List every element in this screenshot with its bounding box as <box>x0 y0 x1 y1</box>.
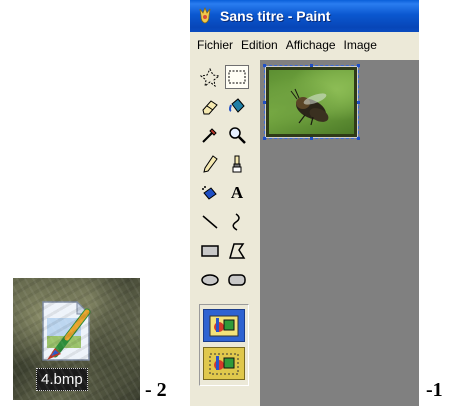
selection-handle[interactable] <box>263 64 266 67</box>
text-tool-label: A <box>230 183 244 202</box>
ellipse-icon[interactable] <box>198 268 222 292</box>
image-content <box>269 70 354 134</box>
menu-image[interactable]: Image <box>340 35 381 55</box>
selection-handle[interactable] <box>310 64 313 67</box>
bee-icon <box>290 88 329 126</box>
canvas-area[interactable] <box>260 60 419 406</box>
desktop-file-4bmp[interactable]: 4.bmp <box>13 278 140 400</box>
menu-affichage[interactable]: Affichage <box>282 35 340 55</box>
free-form-select-icon[interactable] <box>198 65 222 89</box>
pencil-icon[interactable] <box>198 152 222 176</box>
file-name-label[interactable]: 4.bmp <box>36 368 88 391</box>
rect-select-icon[interactable] <box>225 65 249 89</box>
selection-handle[interactable] <box>263 101 266 104</box>
fill-bucket-icon[interactable] <box>225 94 249 118</box>
tool-options-box <box>199 304 249 386</box>
selection-handle[interactable] <box>357 64 360 67</box>
line-icon[interactable] <box>198 210 222 234</box>
window-title: Sans titre - Paint <box>220 8 331 24</box>
paint-app-icon <box>199 7 211 24</box>
menu-bar: Fichier Edition Affichage Image <box>190 34 419 56</box>
title-bar[interactable]: Sans titre - Paint <box>190 0 419 32</box>
paint-window: Sans titre - Paint Fichier Edition Affic… <box>190 0 419 406</box>
color-picker-icon[interactable] <box>198 123 222 147</box>
toolbox: A <box>198 62 253 400</box>
step-label-2: - 2 <box>145 379 167 401</box>
brush-icon[interactable] <box>225 152 249 176</box>
polygon-icon[interactable] <box>225 239 249 263</box>
menu-edition[interactable]: Edition <box>237 35 282 55</box>
selection-handle[interactable] <box>263 137 266 140</box>
pasted-image-bee[interactable] <box>265 66 358 138</box>
selection-handle[interactable] <box>357 137 360 140</box>
magnifier-icon[interactable] <box>225 123 249 147</box>
opaque-selection-icon[interactable] <box>203 309 245 342</box>
transparent-selection-icon[interactable] <box>203 347 245 380</box>
eraser-icon[interactable] <box>198 94 222 118</box>
step-label-1: -1 <box>426 379 443 401</box>
airbrush-icon[interactable] <box>198 181 222 205</box>
rounded-rect-icon[interactable] <box>225 268 249 292</box>
selection-handle[interactable] <box>357 101 360 104</box>
selection-handle[interactable] <box>310 137 313 140</box>
bitmap-file-icon <box>42 300 91 361</box>
rectangle-icon[interactable] <box>198 239 222 263</box>
curve-icon[interactable] <box>225 210 249 234</box>
text-tool-icon[interactable]: A <box>225 181 249 205</box>
menu-fichier[interactable]: Fichier <box>190 35 237 55</box>
